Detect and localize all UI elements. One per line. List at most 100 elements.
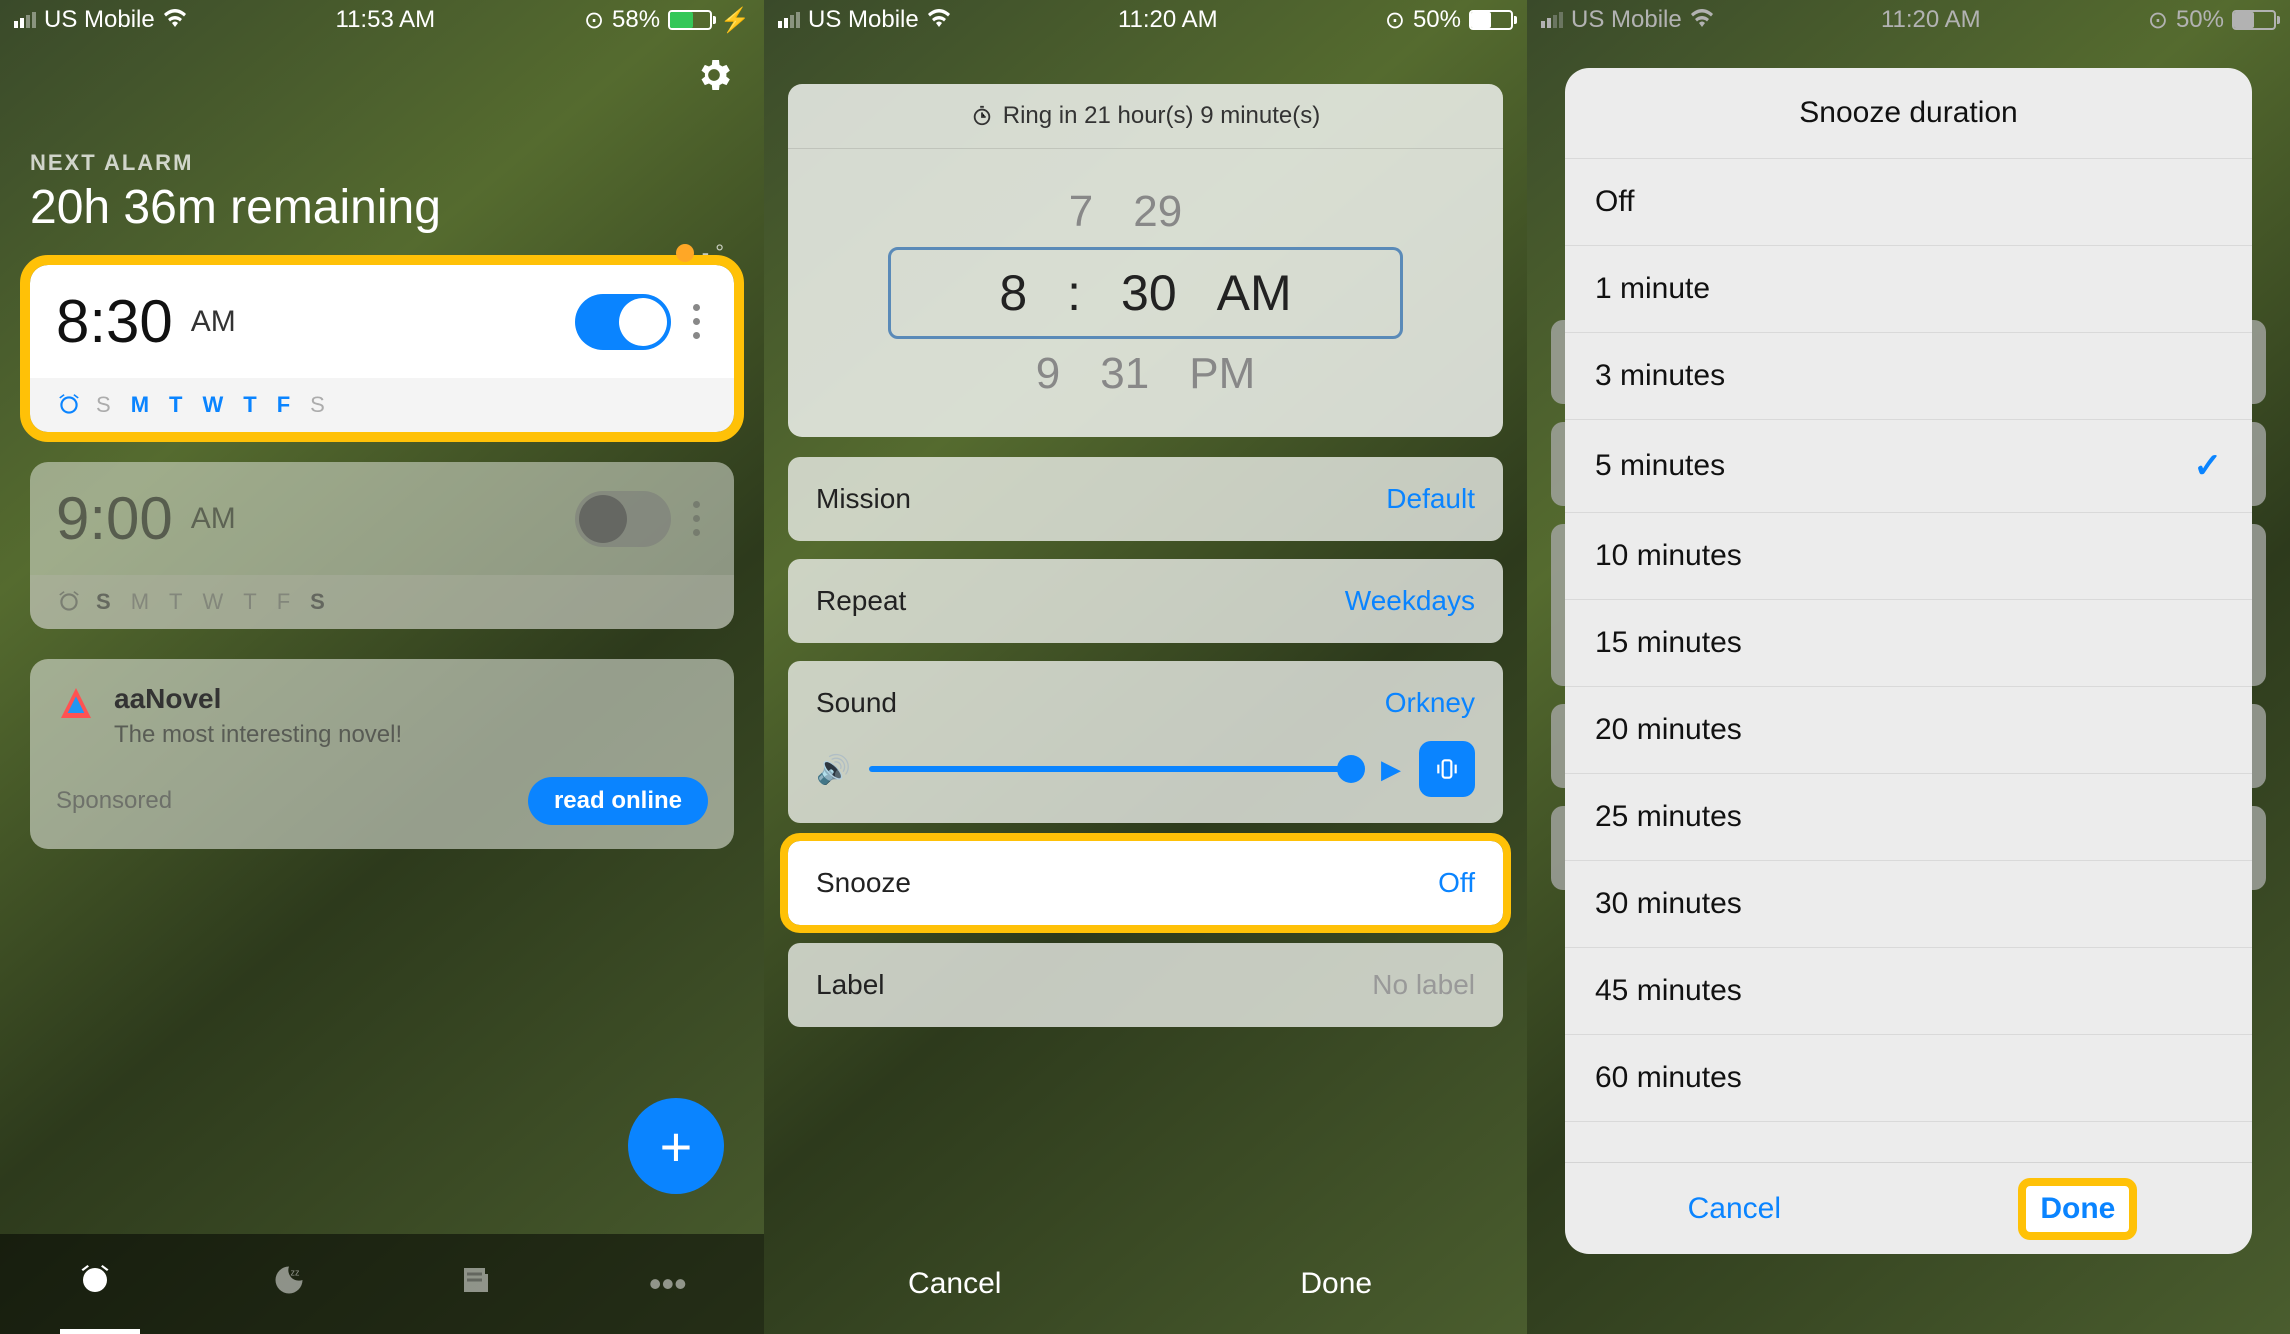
sponsored-label: Sponsored <box>56 787 172 815</box>
snooze-option[interactable]: 5 minutes✓ <box>1565 420 2252 513</box>
battery-icon <box>1469 10 1513 30</box>
tab-sleep-icon[interactable]: zz <box>268 1262 304 1307</box>
status-time: 11:20 AM <box>1118 6 1218 34</box>
alarm-clock-icon <box>56 589 82 615</box>
next-alarm-block: NEXT ALARM 20h 36m remaining <box>0 40 764 235</box>
snooze-duration-modal: Snooze duration Off1 minute3 minutes5 mi… <box>1565 68 2252 1254</box>
snooze-option[interactable]: 30 minutes <box>1565 861 2252 948</box>
day-letter: S <box>96 392 117 418</box>
day-letter: F <box>277 392 296 418</box>
alarm-card-2[interactable]: 9:00 AM SMTWTFS <box>30 462 734 629</box>
checkmark-icon: ✓ <box>2194 446 2223 486</box>
stopwatch-icon <box>971 105 993 127</box>
day-letter: W <box>202 392 229 418</box>
alarm-ampm: AM <box>191 502 236 536</box>
alarm-indicator-icon: ⊙ <box>2148 6 2168 35</box>
ad-title: aaNovel <box>114 683 402 715</box>
battery-icon <box>2232 10 2276 30</box>
time-picker[interactable]: 729 8:30AM 931PM <box>788 149 1503 437</box>
phone-snooze-picker: US Mobile 11:20 AM ⊙ 50% Miult Reys Soey… <box>1527 0 2290 1334</box>
modal-title: Snooze duration <box>1565 68 2252 159</box>
snooze-option[interactable]: 1 minute <box>1565 246 2252 333</box>
phone-alarm-edit: US Mobile 11:20 AM ⊙ 50% Ring in 21 hour… <box>764 0 1527 1334</box>
row-snooze[interactable]: SnoozeOff <box>788 841 1503 925</box>
alarm-time: 9:00 <box>56 484 173 553</box>
day-letter: S <box>96 589 117 615</box>
day-letter: F <box>277 589 296 615</box>
status-bar: US Mobile 11:20 AM ⊙ 50% <box>764 0 1527 40</box>
status-bar: US Mobile 11:53 AM ⊙ 58% ⚡ <box>0 0 764 40</box>
cancel-button[interactable]: Cancel <box>764 1267 1146 1301</box>
snooze-option[interactable]: 15 minutes <box>1565 600 2252 687</box>
snooze-option[interactable]: Off <box>1565 159 2252 246</box>
weather-temp: - ° <box>676 240 724 266</box>
carrier-label: US Mobile <box>1571 6 1682 34</box>
snooze-option[interactable]: 60 minutes <box>1565 1035 2252 1122</box>
row-mission[interactable]: MissionDefault <box>788 457 1503 541</box>
day-letter: T <box>243 589 262 615</box>
alarm-days-row: SMTWTFS <box>30 575 734 629</box>
tab-more-icon[interactable]: ••• <box>649 1263 687 1305</box>
snooze-option[interactable]: 20 minutes <box>1565 687 2252 774</box>
sun-icon <box>676 244 694 262</box>
alarm-time: 8:30 <box>56 287 173 356</box>
settings-gear-icon[interactable] <box>694 55 734 105</box>
next-alarm-label: NEXT ALARM <box>30 150 734 176</box>
svg-text:zz: zz <box>290 1267 300 1277</box>
alarm-days-row: SMTWTFS <box>30 378 734 432</box>
done-button[interactable]: Done <box>1146 1267 1528 1301</box>
volume-slider[interactable] <box>869 766 1363 772</box>
wifi-icon <box>1690 6 1714 34</box>
day-letter: W <box>202 589 229 615</box>
alarm-toggle-on[interactable] <box>575 294 671 350</box>
modal-done-button[interactable]: Done <box>2026 1186 2129 1232</box>
charging-icon: ⚡ <box>720 6 750 35</box>
day-letter: T <box>243 392 262 418</box>
more-icon[interactable] <box>685 501 708 536</box>
ad-card: aaNovel The most interesting novel! Spon… <box>30 659 734 849</box>
signal-icon <box>14 12 36 28</box>
phone-alarm-list: US Mobile 11:53 AM ⊙ 58% ⚡ NEXT ALARM 20… <box>0 0 764 1334</box>
day-letter: M <box>131 392 155 418</box>
signal-icon <box>778 12 800 28</box>
carrier-label: US Mobile <box>808 6 919 34</box>
tab-news-icon[interactable] <box>458 1262 494 1307</box>
row-label[interactable]: LabelNo label <box>788 943 1503 1027</box>
ring-in-label: Ring in 21 hour(s) 9 minute(s) <box>788 84 1503 149</box>
battery-percent: 50% <box>2176 6 2224 34</box>
day-letter: S <box>310 589 331 615</box>
alarm-toggle-off[interactable] <box>575 491 671 547</box>
time-picker-panel: Ring in 21 hour(s) 9 minute(s) 729 8:30A… <box>788 84 1503 437</box>
status-bar: US Mobile 11:20 AM ⊙ 50% <box>1527 0 2290 40</box>
play-icon[interactable]: ▶ <box>1381 754 1401 785</box>
ad-subtitle: The most interesting novel! <box>114 721 402 749</box>
signal-icon <box>1541 12 1563 28</box>
row-sound[interactable]: SoundOrkney 🔊 ▶ <box>788 661 1503 823</box>
bottom-tab-bar: zz ••• <box>0 1234 764 1334</box>
ad-app-icon <box>56 683 96 723</box>
battery-percent: 58% <box>612 6 660 34</box>
row-repeat[interactable]: RepeatWeekdays <box>788 559 1503 643</box>
read-online-button[interactable]: read online <box>528 777 708 825</box>
day-letter: M <box>131 589 155 615</box>
speaker-icon: 🔊 <box>816 753 851 786</box>
status-time: 11:20 AM <box>1881 6 1981 34</box>
snooze-option[interactable]: 25 minutes <box>1565 774 2252 861</box>
modal-cancel-button[interactable]: Cancel <box>1688 1192 1781 1226</box>
status-time: 11:53 AM <box>336 6 436 34</box>
alarm-card-1[interactable]: 8:30 AM SMTWTFS <box>30 265 734 432</box>
day-letter: S <box>310 392 331 418</box>
more-icon[interactable] <box>685 304 708 339</box>
snooze-option[interactable]: 3 minutes <box>1565 333 2252 420</box>
add-alarm-fab[interactable]: + <box>628 1098 724 1194</box>
vibrate-button[interactable] <box>1419 741 1475 797</box>
battery-icon <box>668 10 712 30</box>
snooze-option[interactable]: 10 minutes <box>1565 513 2252 600</box>
wifi-icon <box>163 6 187 34</box>
snooze-option[interactable]: 45 minutes <box>1565 948 2252 1035</box>
alarm-ampm: AM <box>191 305 236 339</box>
tab-alarm-icon[interactable] <box>77 1262 113 1307</box>
alarm-indicator-icon: ⊙ <box>1385 6 1405 35</box>
battery-percent: 50% <box>1413 6 1461 34</box>
carrier-label: US Mobile <box>44 6 155 34</box>
